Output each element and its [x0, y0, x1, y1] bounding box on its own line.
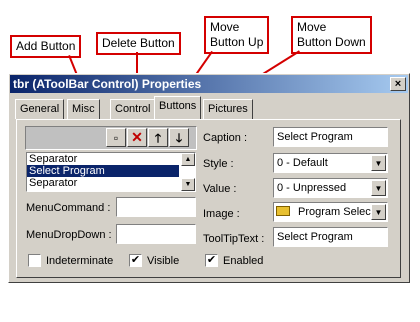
style-label: Style : — [203, 158, 234, 170]
move-down-callout: Move Button Down — [291, 16, 372, 54]
move-down-button[interactable]: 🡓 — [169, 128, 189, 147]
button-list[interactable]: Separator Select Program Separator ▲ ▼ — [26, 152, 196, 192]
value-select-value: 0 - Unpressed — [277, 182, 347, 194]
tab-label: Pictures — [208, 103, 248, 115]
value-label: Value : — [203, 183, 237, 195]
indeterminate-label: Indeterminate — [46, 255, 114, 267]
delete-button-callout-text: Delete Button — [102, 36, 175, 50]
close-icon: × — [394, 78, 402, 90]
menu-command-input[interactable] — [116, 197, 196, 217]
delete-button-callout: Delete Button — [96, 32, 181, 55]
checkmark-icon: ✔ — [206, 254, 217, 266]
tab-control[interactable]: Control — [110, 99, 156, 119]
tab-buttons[interactable]: Buttons — [154, 96, 202, 119]
move-down-callout-line1: Move — [297, 20, 327, 34]
move-down-callout-line2: Button Down — [297, 35, 366, 49]
tab-label: Buttons — [159, 100, 197, 112]
folder-icon — [276, 206, 290, 216]
title-bar: tbr (AToolBar Control) Properties × — [10, 75, 408, 93]
window-title: tbr (AToolBar Control) Properties — [13, 77, 202, 91]
delete-button[interactable]: ✕ — [127, 128, 147, 147]
image-select-value: Program Select — [298, 206, 374, 218]
tab-label: Misc — [72, 103, 95, 115]
close-button[interactable]: × — [390, 77, 406, 91]
add-button-callout-text: Add Button — [16, 39, 76, 53]
style-select[interactable]: 0 - Default ▼ — [273, 153, 388, 173]
arrow-down-icon: 🡓 — [175, 131, 183, 145]
tab-general[interactable]: General — [15, 99, 65, 119]
chevron-down-icon[interactable]: ▼ — [371, 180, 386, 196]
button-toolbar: ▫ ✕ 🡑 🡓 — [25, 126, 197, 150]
checkmark-icon: ✔ — [130, 254, 141, 266]
scroll-down-button[interactable]: ▼ — [181, 178, 195, 191]
menu-dropdown-label: MenuDropDown : — [26, 229, 112, 241]
tab-pictures[interactable]: Pictures — [203, 99, 253, 119]
add-icon: ▫ — [113, 131, 119, 145]
image-label: Image : — [203, 208, 240, 220]
delete-icon: ✕ — [131, 129, 143, 145]
visible-checkbox[interactable]: ✔ — [129, 254, 142, 267]
move-up-callout: Move Button Up — [204, 16, 270, 54]
list-item[interactable]: Separator — [27, 153, 179, 165]
scroll-up-button[interactable]: ▲ — [181, 153, 195, 166]
tab-label: Control — [115, 103, 151, 115]
add-button[interactable]: ▫ — [106, 128, 126, 147]
add-button-callout: Add Button — [10, 35, 82, 58]
buttons-tab-panel: ▫ ✕ 🡑 🡓 Separator Select Program Separat… — [16, 119, 401, 278]
tooltip-label: ToolTipText : — [203, 233, 265, 245]
move-up-callout-line2: Button Up — [210, 35, 264, 49]
indeterminate-checkbox[interactable] — [28, 254, 41, 267]
tab-misc[interactable]: Misc — [67, 99, 100, 119]
menu-command-label: MenuCommand : — [26, 202, 111, 214]
style-select-value: 0 - Default — [277, 157, 328, 169]
tooltip-input[interactable]: Select Program — [273, 227, 388, 247]
enabled-checkbox[interactable]: ✔ — [205, 254, 218, 267]
chevron-down-icon[interactable]: ▼ — [371, 155, 386, 171]
arrow-up-icon: 🡑 — [154, 131, 162, 145]
caption-label: Caption : — [203, 132, 248, 144]
menu-dropdown-input[interactable] — [116, 224, 196, 244]
value-select[interactable]: 0 - Unpressed ▼ — [273, 178, 388, 198]
caption-input[interactable]: Select Program — [273, 127, 388, 147]
move-up-callout-line1: Move — [210, 20, 240, 34]
list-item-selected[interactable]: Select Program — [27, 165, 179, 177]
list-item[interactable]: Separator — [27, 177, 179, 189]
chevron-down-icon[interactable]: ▼ — [371, 204, 386, 220]
properties-dialog: tbr (AToolBar Control) Properties × Gene… — [8, 73, 410, 283]
tab-label: General — [20, 103, 60, 115]
enabled-label: Enabled — [223, 255, 264, 267]
move-up-button[interactable]: 🡑 — [148, 128, 168, 147]
image-select[interactable]: Program Select ▼ — [273, 202, 388, 222]
visible-label: Visible — [147, 255, 180, 267]
